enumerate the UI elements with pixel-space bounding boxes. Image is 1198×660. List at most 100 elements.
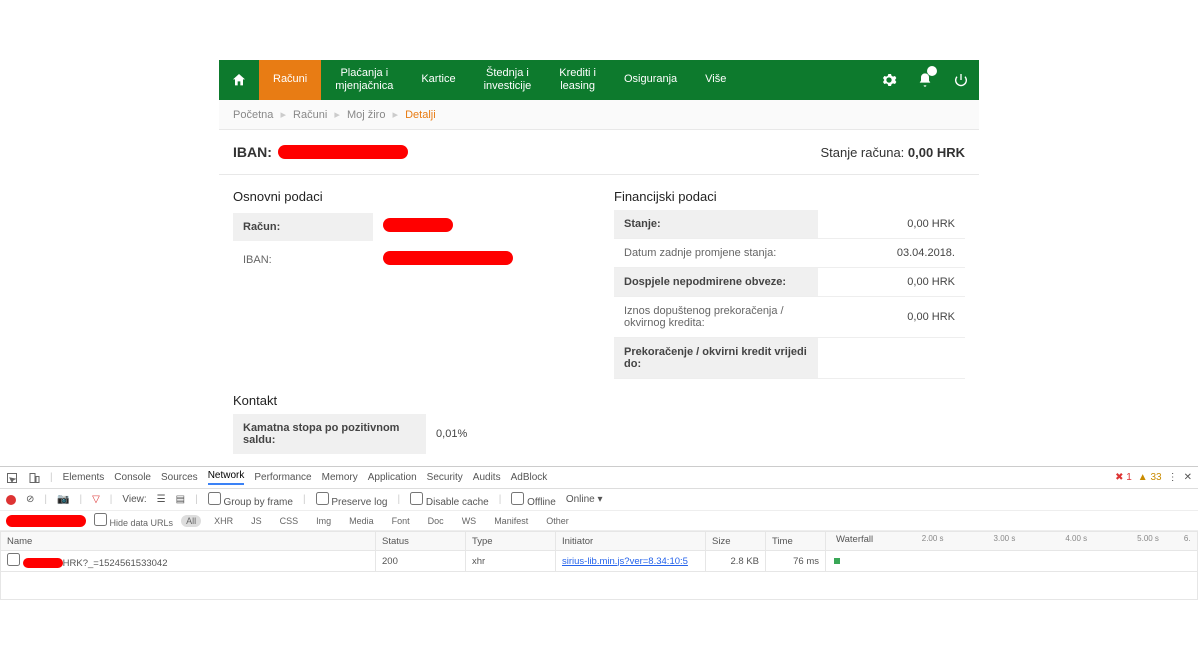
nav-tab-label: Računi: [273, 73, 307, 86]
dt-tab-adblock[interactable]: AdBlock: [511, 472, 548, 483]
filter-chip-xhr[interactable]: XHR: [209, 515, 238, 527]
cell-name: HRK?_=1524561533042: [1, 551, 376, 572]
row-label: Prekoračenje / okvirni kredit vrijedi do…: [614, 338, 818, 378]
dt-tab-network[interactable]: Network: [208, 470, 245, 485]
nav-tab-label: Osiguranja: [624, 73, 677, 86]
filter-chip-media[interactable]: Media: [344, 515, 379, 527]
filter-chip-css[interactable]: CSS: [275, 515, 304, 527]
filter-chip-all[interactable]: All: [181, 515, 201, 527]
dt-tab-security[interactable]: Security: [427, 472, 463, 483]
nav-tab-label: Plaćanja i mjenjačnica: [335, 67, 393, 93]
row-label: Dospjele nepodmirene obveze:: [614, 268, 818, 296]
nav-tab-vise[interactable]: Više: [691, 60, 740, 100]
cell-type: xhr: [466, 551, 556, 572]
error-count[interactable]: ✖ 1: [1115, 472, 1132, 483]
filter-icon[interactable]: ▽: [92, 494, 100, 505]
col-status[interactable]: Status: [376, 532, 466, 551]
logout-button[interactable]: [943, 60, 979, 100]
col-time[interactable]: Time: [766, 532, 826, 551]
row-value: 0,01%: [426, 420, 584, 448]
warning-count[interactable]: ▲ 33: [1138, 472, 1162, 483]
filter-chip-other[interactable]: Other: [541, 515, 574, 527]
devtools-menu-icon[interactable]: ⋮: [1168, 472, 1178, 483]
basic-title: Osnovni podaci: [233, 189, 584, 204]
view-small-icon[interactable]: ▤: [176, 494, 185, 505]
row-label: IBAN:: [233, 246, 373, 274]
iban-bar: IBAN: Stanje računa: 0,00 HRK: [219, 130, 979, 175]
inspect-icon[interactable]: [6, 472, 18, 484]
filter-input-redacted[interactable]: [6, 515, 86, 527]
row-value: 0,00 HRK: [818, 210, 965, 238]
nav-tab-osiguranja[interactable]: Osiguranja: [610, 60, 691, 100]
row-value: [373, 210, 584, 243]
fin-row: Dospjele nepodmirene obveze: 0,00 HRK: [614, 268, 965, 297]
dt-tab-console[interactable]: Console: [114, 472, 151, 483]
top-nav: Računi Plaćanja i mjenjačnica Kartice Št…: [219, 60, 979, 100]
filter-chip-js[interactable]: JS: [246, 515, 267, 527]
crumb-current: Detalji: [405, 109, 436, 121]
power-icon: [953, 72, 969, 88]
network-filter-bar: Hide data URLs All XHR JS CSS Img Media …: [0, 511, 1198, 531]
filter-chip-img[interactable]: Img: [311, 515, 336, 527]
fin-row: Prekoračenje / okvirni kredit vrijedi do…: [614, 338, 965, 379]
crumb-accounts[interactable]: Računi: [293, 109, 327, 121]
filter-chip-font[interactable]: Font: [387, 515, 415, 527]
capture-screenshot-icon[interactable]: 📷: [57, 494, 69, 505]
crumb-sep: ▸: [280, 109, 286, 121]
nav-tab-krediti[interactable]: Krediti i leasing: [545, 60, 610, 100]
crumb-sep: ▸: [393, 109, 399, 121]
col-initiator[interactable]: Initiator: [556, 532, 706, 551]
iban-label: IBAN:: [233, 144, 272, 160]
filter-chip-ws[interactable]: WS: [457, 515, 482, 527]
col-type[interactable]: Type: [466, 532, 556, 551]
waterfall-bar: [834, 558, 840, 564]
timeline-mark: 6.: [1184, 534, 1191, 543]
crumb-home[interactable]: Početna: [233, 109, 273, 121]
hide-data-urls-checkbox[interactable]: Hide data URLs: [94, 513, 173, 528]
row-label: Kamatna stopa po pozitivnom saldu:: [233, 414, 426, 454]
dt-tab-elements[interactable]: Elements: [63, 472, 105, 483]
crumb-myziro[interactable]: Moj žiro: [347, 109, 386, 121]
balance-value: 0,00 HRK: [908, 145, 965, 160]
dt-tab-performance[interactable]: Performance: [254, 472, 311, 483]
network-row-empty: [1, 572, 1198, 600]
dt-tab-sources[interactable]: Sources: [161, 472, 198, 483]
filter-chip-manifest[interactable]: Manifest: [489, 515, 533, 527]
group-by-frame-checkbox[interactable]: Group by frame: [208, 492, 293, 508]
notifications-button[interactable]: [907, 60, 943, 100]
dt-tab-memory[interactable]: Memory: [322, 472, 358, 483]
network-row[interactable]: HRK?_=1524561533042 200 xhr sirius-lib.m…: [1, 551, 1198, 572]
cell-waterfall: [826, 551, 1198, 572]
filter-chip-doc[interactable]: Doc: [423, 515, 449, 527]
col-name[interactable]: Name: [1, 532, 376, 551]
kontakt-panel: Kontakt Kamatna stopa po pozitivnom sald…: [233, 393, 584, 454]
disable-cache-checkbox[interactable]: Disable cache: [410, 492, 489, 508]
home-button[interactable]: [219, 60, 259, 100]
cell-status: 200: [376, 551, 466, 572]
preserve-log-checkbox[interactable]: Preserve log: [316, 492, 388, 508]
nav-tab-racuni[interactable]: Računi: [259, 60, 321, 100]
nav-tab-label: Krediti i leasing: [559, 67, 596, 93]
balance-label: Stanje računa:: [820, 145, 904, 160]
basic-panel: Osnovni podaci Račun: IBAN:: [233, 189, 584, 379]
throttling-select[interactable]: Online ▾: [566, 494, 603, 505]
nav-tab-stednja[interactable]: Štednja i investicije: [470, 60, 546, 100]
devtools-close-icon[interactable]: ✕: [1184, 472, 1192, 483]
nav-tab-placanja[interactable]: Plaćanja i mjenjačnica: [321, 60, 407, 100]
network-table: Name Status Type Initiator Size Time Wat…: [0, 531, 1198, 600]
record-button[interactable]: [6, 495, 16, 505]
col-waterfall[interactable]: Waterfall 2.00 s 3.00 s 4.00 s 5.00 s 6.: [826, 532, 1198, 551]
view-large-icon[interactable]: ☰: [157, 494, 166, 505]
dt-tab-application[interactable]: Application: [368, 472, 417, 483]
row-checkbox[interactable]: [7, 553, 20, 566]
fin-row: Datum zadnje promjene stanja: 03.04.2018…: [614, 239, 965, 268]
device-toggle-icon[interactable]: [28, 472, 40, 484]
offline-checkbox[interactable]: Offline: [511, 492, 556, 508]
nav-tab-kartice[interactable]: Kartice: [407, 60, 469, 100]
clear-button[interactable]: ⊘: [26, 494, 34, 505]
dt-tab-audits[interactable]: Audits: [473, 472, 501, 483]
initiator-link[interactable]: sirius-lib.min.js?ver=8.34:10:5: [562, 556, 688, 567]
settings-button[interactable]: [871, 60, 907, 100]
banking-app: Računi Plaćanja i mjenjačnica Kartice Št…: [219, 60, 979, 526]
col-size[interactable]: Size: [706, 532, 766, 551]
